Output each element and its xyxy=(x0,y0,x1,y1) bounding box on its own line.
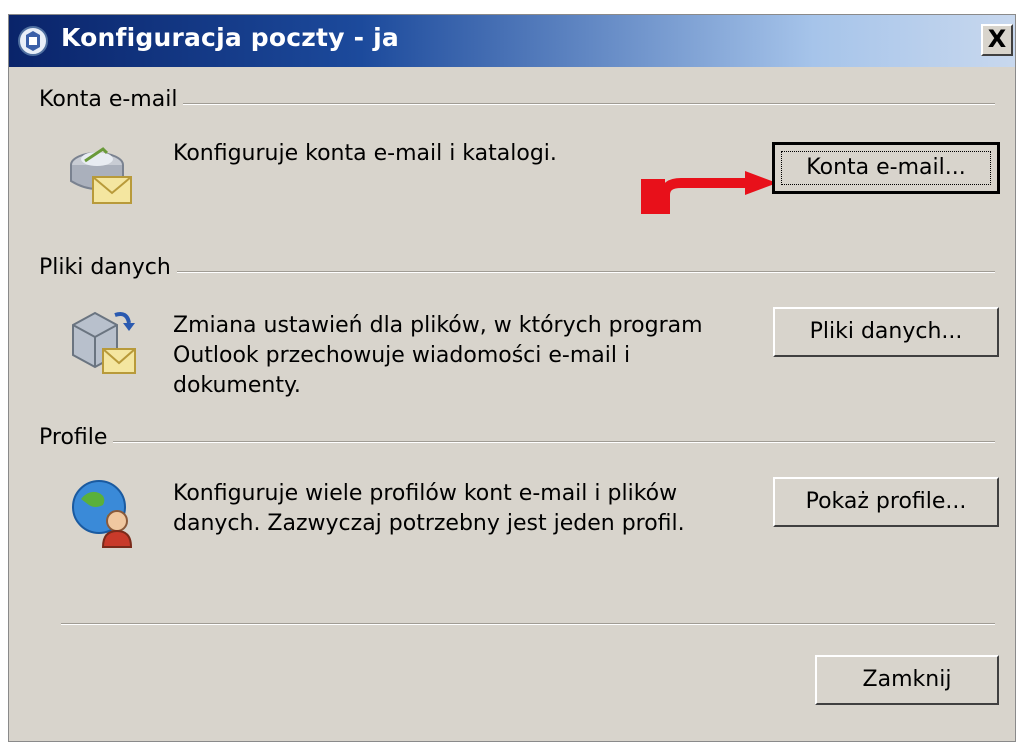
section-separator xyxy=(39,271,995,273)
description-line: danych. Zazwyczaj potrzebny jest jeden p… xyxy=(173,511,685,536)
description-line: Zmiana ustawień dla plików, w których pr… xyxy=(173,313,703,338)
mail-setup-dialog: Konfiguracja poczty - ja X Konta e-mail … xyxy=(8,14,1016,742)
section-label-data-files: Pliki danych xyxy=(39,255,177,280)
data-files-icon xyxy=(72,311,136,374)
email-accounts-button[interactable]: Konta e-mail... xyxy=(772,142,1000,194)
section-separator xyxy=(39,441,995,443)
data-files-button[interactable]: Pliki danych... xyxy=(773,307,999,357)
mail-setup-icon xyxy=(18,26,48,56)
window-title: Konfiguracja poczty - ja xyxy=(61,23,399,52)
title-bar[interactable]: Konfiguracja poczty - ja X xyxy=(9,15,1015,67)
email-accounts-description: Konfiguruje konta e-mail i katalogi. xyxy=(173,139,557,169)
red-arrow-annotation xyxy=(641,171,777,214)
description-line: Konfiguruje konta e-mail i katalogi. xyxy=(173,141,557,166)
data-files-description: Zmiana ustawień dla plików, w których pr… xyxy=(173,311,703,401)
description-line: dokumenty. xyxy=(173,373,301,398)
close-button[interactable]: Zamknij xyxy=(815,655,999,705)
section-label-profiles: Profile xyxy=(39,425,114,450)
close-window-button[interactable]: X xyxy=(981,24,1013,56)
mail-accounts-icon xyxy=(70,147,132,204)
email-accounts-button-label: Konta e-mail... xyxy=(806,155,966,180)
show-profiles-button-label: Pokaż profile... xyxy=(805,489,967,514)
section-label-email-accounts: Konta e-mail xyxy=(39,87,184,112)
description-line: Konfiguruje wiele profilów kont e-mail i… xyxy=(173,481,678,506)
show-profiles-button[interactable]: Pokaż profile... xyxy=(773,477,999,527)
close-button-label: Zamknij xyxy=(862,667,952,692)
footer-divider xyxy=(61,623,995,625)
profiles-icon xyxy=(72,480,133,548)
description-line: Outlook przechowuje wiadomości e-mail i xyxy=(173,343,631,368)
data-files-button-label: Pliki danych... xyxy=(809,319,963,344)
profiles-description: Konfiguruje wiele profilów kont e-mail i… xyxy=(173,479,685,539)
